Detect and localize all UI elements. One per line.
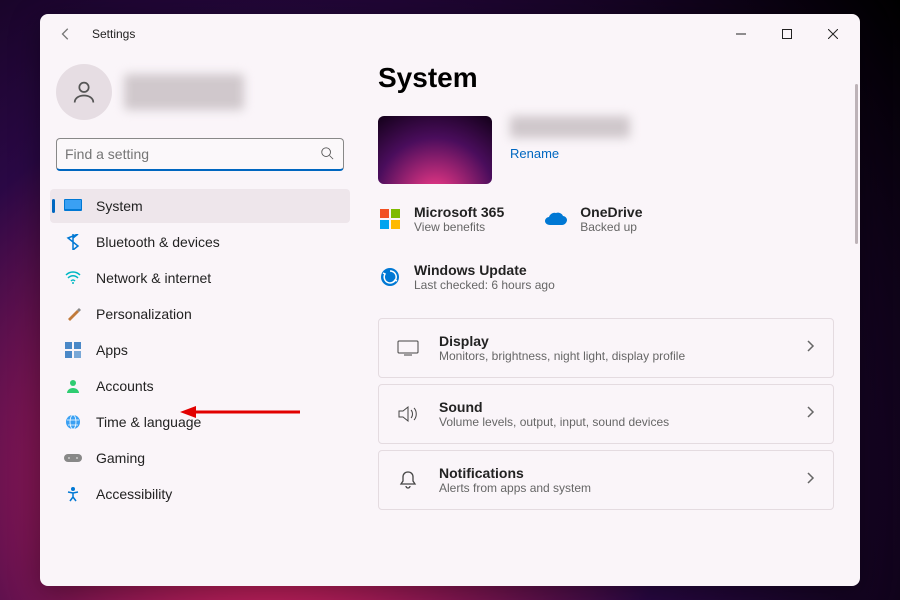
sidebar-item-personalization[interactable]: Personalization	[50, 297, 350, 331]
chevron-right-icon	[807, 471, 815, 489]
card-title: Sound	[439, 399, 669, 415]
card-notifications[interactable]: Notifications Alerts from apps and syste…	[378, 450, 834, 510]
accessibility-icon	[64, 485, 82, 503]
chevron-right-icon	[807, 339, 815, 357]
sidebar: System Bluetooth & devices Network & int…	[40, 54, 360, 586]
wifi-icon	[64, 269, 82, 287]
tile-onedrive[interactable]: OneDrive Backed up	[544, 204, 642, 234]
tile-windows-update[interactable]: Windows Update Last checked: 6 hours ago	[378, 262, 555, 292]
tile-subtitle: View benefits	[414, 220, 504, 234]
tile-subtitle: Last checked: 6 hours ago	[414, 278, 555, 292]
tile-title: Windows Update	[414, 262, 555, 278]
window-title: Settings	[92, 27, 135, 41]
tile-microsoft365[interactable]: Microsoft 365 View benefits	[378, 204, 504, 234]
profile-block[interactable]	[50, 54, 350, 138]
maximize-button[interactable]	[764, 14, 810, 54]
person-icon	[64, 377, 82, 395]
sidebar-item-time[interactable]: Time & language	[50, 405, 350, 439]
sidebar-item-label: Bluetooth & devices	[96, 234, 220, 250]
nav-list: System Bluetooth & devices Network & int…	[50, 189, 350, 511]
card-subtitle: Monitors, brightness, night light, displ…	[439, 349, 685, 363]
profile-name-blurred	[124, 74, 244, 110]
system-icon	[64, 197, 82, 215]
sidebar-item-gaming[interactable]: Gaming	[50, 441, 350, 475]
card-subtitle: Volume levels, output, input, sound devi…	[439, 415, 669, 429]
cloud-icon	[544, 207, 568, 231]
sidebar-item-system[interactable]: System	[50, 189, 350, 223]
update-icon	[378, 265, 402, 289]
sidebar-item-label: Gaming	[96, 450, 145, 466]
card-sound[interactable]: Sound Volume levels, output, input, soun…	[378, 384, 834, 444]
sidebar-item-network[interactable]: Network & internet	[50, 261, 350, 295]
card-title: Display	[439, 333, 685, 349]
device-row: Rename	[378, 116, 834, 184]
brush-icon	[64, 305, 82, 323]
search-input[interactable]	[56, 138, 344, 171]
search-box[interactable]	[56, 138, 344, 171]
sidebar-item-label: Network & internet	[96, 270, 211, 286]
chevron-right-icon	[807, 405, 815, 423]
sidebar-item-label: Apps	[96, 342, 128, 358]
tile-title: OneDrive	[580, 204, 642, 220]
sidebar-item-label: System	[96, 198, 143, 214]
tile-title: Microsoft 365	[414, 204, 504, 220]
device-name-blurred	[510, 116, 630, 138]
minimize-button[interactable]	[718, 14, 764, 54]
scrollbar[interactable]	[855, 84, 858, 244]
sidebar-item-bluetooth[interactable]: Bluetooth & devices	[50, 225, 350, 259]
card-subtitle: Alerts from apps and system	[439, 481, 591, 495]
settings-window: Settings Syste	[40, 14, 860, 586]
avatar	[56, 64, 112, 120]
back-button[interactable]	[56, 24, 76, 44]
globe-icon	[64, 413, 82, 431]
microsoft-logo-icon	[378, 207, 402, 231]
sidebar-item-accounts[interactable]: Accounts	[50, 369, 350, 403]
sidebar-item-apps[interactable]: Apps	[50, 333, 350, 367]
sidebar-item-label: Accounts	[96, 378, 154, 394]
rename-link[interactable]: Rename	[510, 146, 630, 161]
sidebar-item-label: Personalization	[96, 306, 192, 322]
titlebar: Settings	[40, 14, 860, 54]
card-title: Notifications	[439, 465, 591, 481]
sidebar-item-label: Time & language	[96, 414, 201, 430]
main-content: System Rename Microsoft 365 View benefit…	[360, 54, 860, 586]
page-title: System	[378, 62, 834, 94]
sound-icon	[397, 403, 419, 425]
bell-icon	[397, 469, 419, 491]
tile-subtitle: Backed up	[580, 220, 642, 234]
sidebar-item-label: Accessibility	[96, 486, 172, 502]
desktop-thumbnail[interactable]	[378, 116, 492, 184]
close-button[interactable]	[810, 14, 856, 54]
card-display[interactable]: Display Monitors, brightness, night ligh…	[378, 318, 834, 378]
search-icon	[320, 146, 334, 165]
sidebar-item-accessibility[interactable]: Accessibility	[50, 477, 350, 511]
gamepad-icon	[64, 449, 82, 467]
bluetooth-icon	[64, 233, 82, 251]
apps-icon	[64, 341, 82, 359]
status-tiles: Microsoft 365 View benefits OneDrive Bac…	[378, 204, 834, 292]
settings-cards: Display Monitors, brightness, night ligh…	[378, 318, 834, 510]
display-icon	[397, 337, 419, 359]
